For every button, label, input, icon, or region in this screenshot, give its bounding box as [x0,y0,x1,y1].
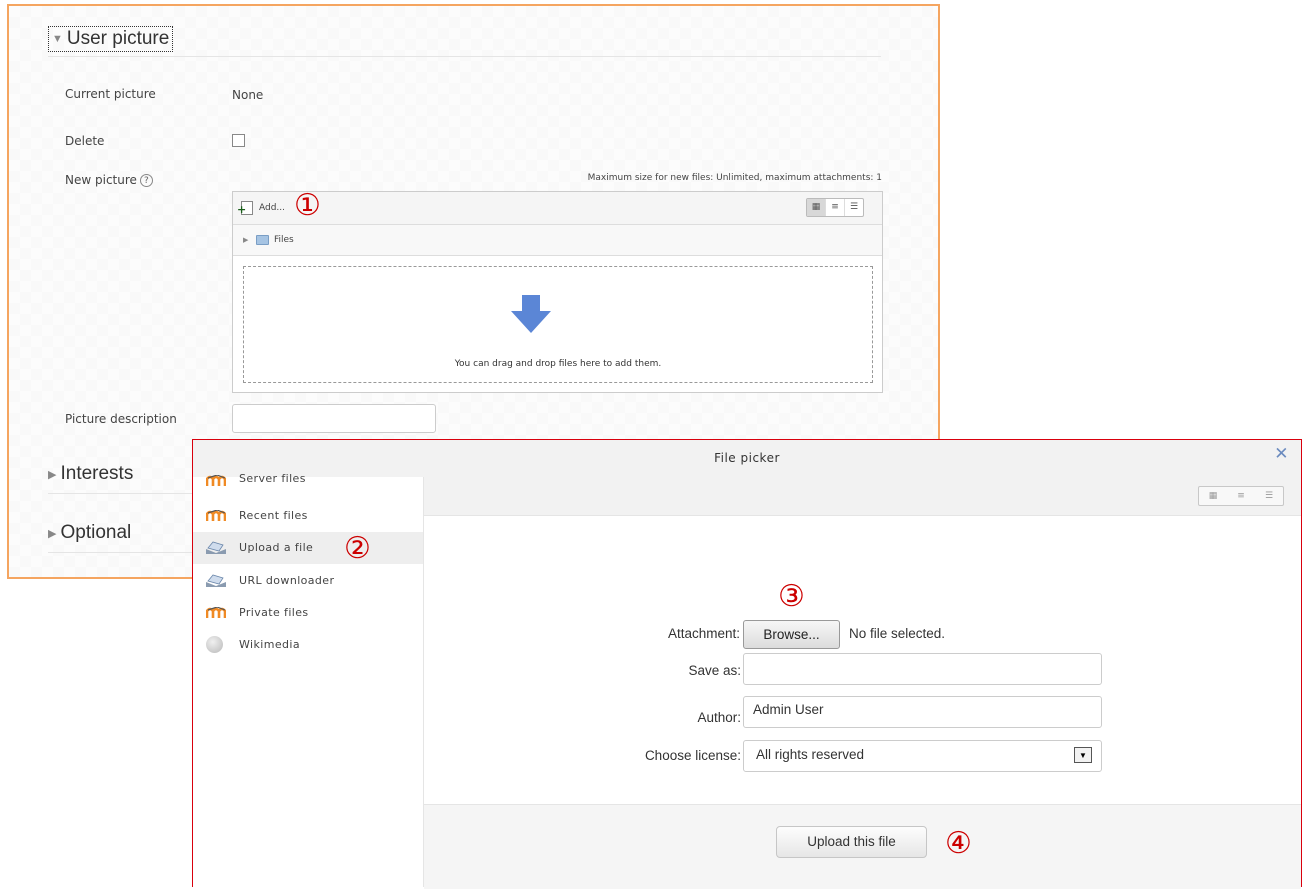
expand-icon: ▶ [48,527,57,540]
picker-view-switcher: ▦ ≡ ☰ [1198,486,1284,506]
moodle-icon [206,607,226,618]
section-divider [48,493,193,494]
section-user-picture-toggle[interactable]: ▼ User picture [48,26,174,52]
expand-arrow-icon[interactable]: ▶ [243,236,248,244]
repository-list: Server files Recent files Upload a file … [193,472,424,887]
repository-item-url-downloader[interactable]: URL downloader [193,565,423,597]
section-interests-toggle[interactable]: ▶ Interests [48,463,133,485]
file-picker-title: File picker [714,451,780,465]
license-label: Choose license: [644,748,741,763]
drop-arrow-icon [511,295,551,333]
repository-item-server-files[interactable]: Server files [193,469,423,495]
file-manager-path: ▶ Files [233,225,882,256]
tree-view-icon[interactable]: ☰ [845,199,863,216]
folder-path-label[interactable]: Files [274,235,294,245]
repository-label: Private files [239,606,309,619]
section-optional-toggle[interactable]: ▶ Optional [48,522,131,544]
section-optional-title: Optional [60,522,132,543]
delete-checkbox[interactable] [232,134,245,147]
save-as-label: Save as: [688,663,741,678]
picture-description-input[interactable] [232,404,436,433]
delete-label: Delete [65,134,105,148]
author-label: Author: [697,710,741,725]
browse-button[interactable]: Browse... [743,620,840,649]
view-mode-switcher: ▦ ≡ ☰ [806,198,864,217]
drop-zone-text: You can drag and drop files here to add … [454,359,662,369]
step-marker-3: ③ [778,579,805,614]
file-manager: Add... ▦ ≡ ☰ ▶ Files You can drag and dr… [232,191,883,393]
file-manager-toolbar: Add... ▦ ≡ ☰ [233,192,882,225]
attachment-label: Attachment: [667,626,740,641]
picture-description-label: Picture description [65,412,177,426]
no-file-selected-text: No file selected. [849,626,946,641]
list-view-icon[interactable]: ≡ [826,199,845,216]
drop-zone[interactable]: You can drag and drop files here to add … [243,266,873,383]
repository-item-wikimedia[interactable]: Wikimedia [193,629,423,661]
section-interests-title: Interests [60,463,134,484]
section-divider [48,56,881,57]
repository-label: Recent files [239,509,308,522]
current-picture-value: None [232,88,264,102]
add-file-icon [237,201,253,216]
tree-view-icon[interactable]: ☰ [1255,487,1283,505]
step-marker-1: ① [294,188,321,223]
repository-item-upload-a-file[interactable]: Upload a file [193,532,423,564]
save-as-input[interactable] [743,653,1102,685]
license-select-value: All rights reserved [756,747,865,762]
repository-item-recent-files[interactable]: Recent files [193,500,423,532]
add-file-label: Add... [259,203,286,213]
current-picture-label: Current picture [65,87,156,101]
repository-label: URL downloader [239,574,335,587]
dropdown-arrow-icon[interactable]: ▼ [1074,747,1092,763]
repository-label: Upload a file [239,541,314,554]
upload-icon [206,541,226,554]
expand-icon: ▶ [48,468,57,481]
step-marker-2: ② [344,531,371,566]
repository-label: Wikimedia [239,638,300,651]
moodle-icon [206,510,226,521]
license-select[interactable]: All rights reserved ▼ [743,740,1102,772]
collapse-icon: ▼ [52,33,63,45]
icons-view-icon[interactable]: ▦ [807,199,826,216]
upload-icon [206,574,226,587]
new-picture-label: New picture? [65,173,153,187]
icons-view-icon[interactable]: ▦ [1199,487,1227,505]
folder-icon [256,235,269,245]
wikimedia-icon [206,636,223,653]
list-view-icon[interactable]: ≡ [1227,487,1255,505]
section-divider [48,552,193,553]
section-user-picture-title: User picture [66,28,170,49]
max-size-note: Maximum size for new files: Unlimited, m… [587,173,882,183]
upload-this-file-button[interactable]: Upload this file [776,826,927,858]
step-marker-4: ④ [945,826,972,861]
new-picture-label-text: New picture [65,173,137,187]
help-icon[interactable]: ? [139,174,153,187]
author-input[interactable]: Admin User [743,696,1102,728]
picker-toolbar: ▦ ≡ ☰ [424,477,1301,516]
repository-label: Server files [239,472,306,485]
moodle-icon [206,475,226,486]
close-icon[interactable]: ✕ [1274,444,1289,464]
repository-item-private-files[interactable]: Private files [193,597,423,629]
add-file-button[interactable]: Add... [237,201,286,216]
